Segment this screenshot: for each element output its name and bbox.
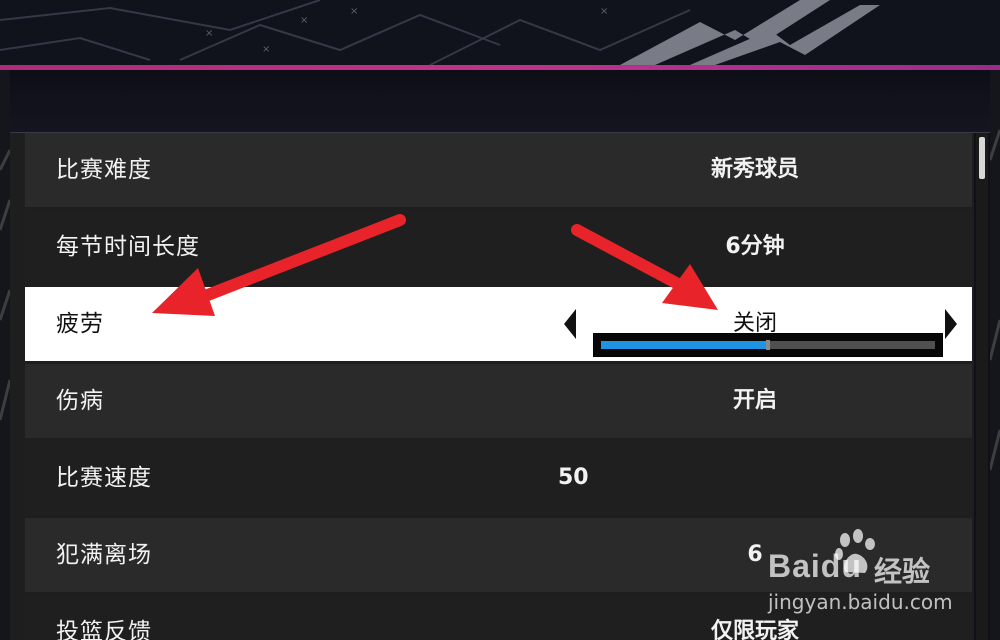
game-speed-slider[interactable] (593, 333, 943, 357)
watermark-product: 经验 (874, 555, 931, 588)
setting-label: 疲劳 (56, 311, 104, 337)
setting-value: 开启 (732, 388, 777, 413)
setting-value: 新秀球员 (710, 157, 799, 182)
setting-label: 投篮反馈 (56, 619, 152, 640)
setting-label: 比赛难度 (56, 157, 152, 183)
svg-text:×: × (350, 6, 358, 17)
svg-text:×: × (205, 28, 213, 39)
setting-row-difficulty[interactable]: 比赛难度 新秀球员 (25, 133, 972, 207)
slider-track-bar (601, 340, 935, 350)
game-speed-value: 50 (558, 465, 589, 490)
setting-value: 6分钟 (725, 234, 785, 259)
panel-header (10, 70, 990, 133)
slider-fill (601, 341, 768, 349)
setting-label: 伤病 (56, 388, 104, 414)
svg-text:×: × (300, 15, 308, 26)
baidu-jingyan-watermark: Baidu 经验 jingyan.baidu.com (768, 528, 958, 628)
setting-row-game-speed[interactable]: 比赛速度 50 (25, 441, 972, 515)
setting-label: 犯满离场 (56, 542, 152, 568)
setting-row-injuries[interactable]: 伤病 开启 (25, 364, 972, 438)
watermark-url: jingyan.baidu.com (768, 590, 953, 614)
scrollbar-thumb[interactable] (979, 137, 985, 179)
svg-text:×: × (262, 44, 270, 55)
setting-label: 比赛速度 (56, 465, 152, 491)
caret-left-icon[interactable] (564, 309, 576, 339)
setting-label: 每节时间长度 (56, 234, 200, 260)
scrollbar[interactable] (976, 133, 988, 640)
caret-right-icon[interactable] (945, 309, 957, 339)
setting-row-quarter-length[interactable]: 每节时间长度 6分钟 (25, 210, 972, 284)
svg-text:×: × (600, 6, 608, 17)
slider-thumb[interactable] (766, 340, 770, 350)
